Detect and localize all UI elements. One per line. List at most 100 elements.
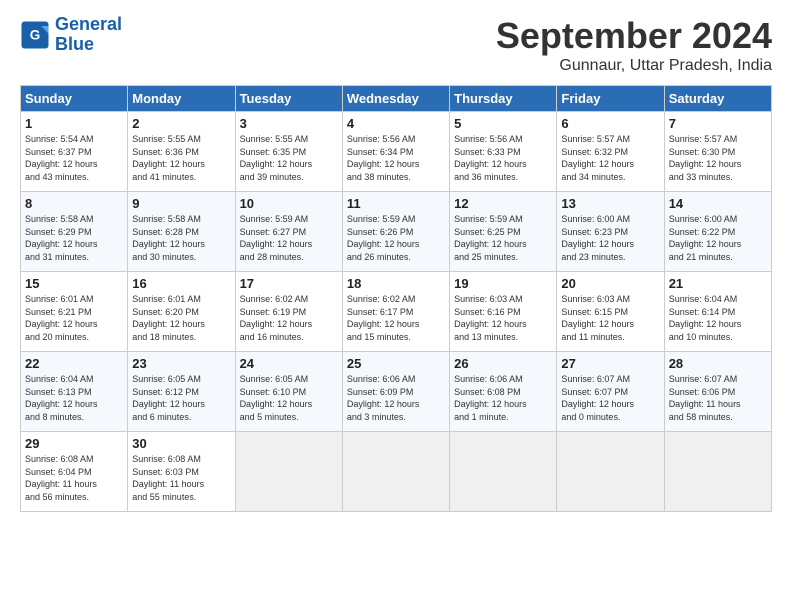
- day-info: Sunrise: 6:07 AMSunset: 6:06 PMDaylight:…: [669, 373, 767, 423]
- day-number: 11: [347, 196, 445, 211]
- day-info: Sunrise: 5:58 AMSunset: 6:28 PMDaylight:…: [132, 213, 230, 263]
- calendar-header: Sunday Monday Tuesday Wednesday Thursday…: [21, 86, 772, 112]
- table-row: [450, 432, 557, 512]
- day-info: Sunrise: 6:05 AMSunset: 6:10 PMDaylight:…: [240, 373, 338, 423]
- day-number: 4: [347, 116, 445, 131]
- day-info: Sunrise: 6:08 AMSunset: 6:03 PMDaylight:…: [132, 453, 230, 503]
- calendar-week-2: 15Sunrise: 6:01 AMSunset: 6:21 PMDayligh…: [21, 272, 772, 352]
- table-row: 23 Sunrise: 6:05 AMSunset: 6:12 PMDayligh…: [128, 352, 235, 432]
- day-info: Sunrise: 5:55 AMSunset: 6:35 PMDaylight:…: [240, 133, 338, 183]
- day-info: Sunrise: 5:58 AMSunset: 6:29 PMDaylight:…: [25, 213, 123, 263]
- table-row: 6Sunrise: 5:57 AMSunset: 6:32 PMDaylight…: [557, 112, 664, 192]
- day-info: Sunrise: 5:55 AMSunset: 6:36 PMDaylight:…: [132, 133, 230, 183]
- table-row: 10Sunrise: 5:59 AMSunset: 6:27 PMDayligh…: [235, 192, 342, 272]
- table-row: 20 Sunrise: 6:03 AMSunset: 6:15 PMDayligh…: [557, 272, 664, 352]
- day-number: 16: [132, 276, 230, 291]
- table-row: 2 Sunrise: 5:55 AMSunset: 6:36 PMDaylight…: [128, 112, 235, 192]
- calendar-week-1: 8Sunrise: 5:58 AMSunset: 6:29 PMDaylight…: [21, 192, 772, 272]
- day-number: 7: [669, 116, 767, 131]
- table-row: 29 Sunrise: 6:08 AMSunset: 6:04 PMDayligh…: [21, 432, 128, 512]
- table-row: 15Sunrise: 6:01 AMSunset: 6:21 PMDayligh…: [21, 272, 128, 352]
- day-info: Sunrise: 5:57 AMSunset: 6:32 PMDaylight:…: [561, 133, 659, 183]
- day-info: Sunrise: 6:04 AMSunset: 6:14 PMDaylight:…: [669, 293, 767, 343]
- day-number: 24: [240, 356, 338, 371]
- day-info: Sunrise: 6:06 AMSunset: 6:09 PMDaylight:…: [347, 373, 445, 423]
- day-info: Sunrise: 6:00 AMSunset: 6:23 PMDaylight:…: [561, 213, 659, 263]
- logo-icon: G: [20, 20, 50, 50]
- day-number: 28: [669, 356, 767, 371]
- table-row: 7Sunrise: 5:57 AMSunset: 6:30 PMDaylight…: [664, 112, 771, 192]
- day-info: Sunrise: 5:56 AMSunset: 6:34 PMDaylight:…: [347, 133, 445, 183]
- day-number: 2: [132, 116, 230, 131]
- calendar-week-4: 29 Sunrise: 6:08 AMSunset: 6:04 PMDayligh…: [21, 432, 772, 512]
- calendar-body: 1Sunrise: 5:54 AMSunset: 6:37 PMDaylight…: [21, 112, 772, 512]
- day-info: Sunrise: 6:01 AMSunset: 6:20 PMDaylight:…: [132, 293, 230, 343]
- day-info: Sunrise: 6:02 AMSunset: 6:19 PMDaylight:…: [240, 293, 338, 343]
- table-row: 26 Sunrise: 6:06 AMSunset: 6:08 PMDayligh…: [450, 352, 557, 432]
- svg-text:G: G: [30, 27, 41, 42]
- calendar-week-0: 1Sunrise: 5:54 AMSunset: 6:37 PMDaylight…: [21, 112, 772, 192]
- table-row: 27 Sunrise: 6:07 AMSunset: 6:07 PMDayligh…: [557, 352, 664, 432]
- day-number: 19: [454, 276, 552, 291]
- table-row: 11Sunrise: 5:59 AMSunset: 6:26 PMDayligh…: [342, 192, 449, 272]
- day-number: 29: [25, 436, 123, 451]
- day-number: 9: [132, 196, 230, 211]
- day-number: 26: [454, 356, 552, 371]
- day-info: Sunrise: 6:00 AMSunset: 6:22 PMDaylight:…: [669, 213, 767, 263]
- table-row: 24 Sunrise: 6:05 AMSunset: 6:10 PMDayligh…: [235, 352, 342, 432]
- day-info: Sunrise: 6:03 AMSunset: 6:16 PMDaylight:…: [454, 293, 552, 343]
- logo-line2: Blue: [55, 34, 94, 54]
- day-info: Sunrise: 6:07 AMSunset: 6:07 PMDaylight:…: [561, 373, 659, 423]
- page: G General Blue September 2024 Gunnaur, U…: [0, 0, 792, 612]
- logo-line1: General: [55, 14, 122, 34]
- table-row: 22 Sunrise: 6:04 AMSunset: 6:13 PMDayligh…: [21, 352, 128, 432]
- day-number: 12: [454, 196, 552, 211]
- table-row: 4 Sunrise: 5:56 AMSunset: 6:34 PMDaylight…: [342, 112, 449, 192]
- table-row: [664, 432, 771, 512]
- logo-text: General Blue: [55, 15, 122, 55]
- table-row: 9 Sunrise: 5:58 AMSunset: 6:28 PMDaylight…: [128, 192, 235, 272]
- logo: G General Blue: [20, 15, 122, 55]
- day-info: Sunrise: 6:03 AMSunset: 6:15 PMDaylight:…: [561, 293, 659, 343]
- table-row: 25 Sunrise: 6:06 AMSunset: 6:09 PMDayligh…: [342, 352, 449, 432]
- day-info: Sunrise: 5:54 AMSunset: 6:37 PMDaylight:…: [25, 133, 123, 183]
- day-info: Sunrise: 6:06 AMSunset: 6:08 PMDaylight:…: [454, 373, 552, 423]
- day-number: 21: [669, 276, 767, 291]
- table-row: 3Sunrise: 5:55 AMSunset: 6:35 PMDaylight…: [235, 112, 342, 192]
- day-number: 17: [240, 276, 338, 291]
- day-info: Sunrise: 6:08 AMSunset: 6:04 PMDaylight:…: [25, 453, 123, 503]
- day-number: 20: [561, 276, 659, 291]
- col-thursday: Thursday: [450, 86, 557, 112]
- col-saturday: Saturday: [664, 86, 771, 112]
- table-row: 19 Sunrise: 6:03 AMSunset: 6:16 PMDayligh…: [450, 272, 557, 352]
- col-wednesday: Wednesday: [342, 86, 449, 112]
- day-number: 15: [25, 276, 123, 291]
- table-row: 13Sunrise: 6:00 AMSunset: 6:23 PMDayligh…: [557, 192, 664, 272]
- table-row: 5Sunrise: 5:56 AMSunset: 6:33 PMDaylight…: [450, 112, 557, 192]
- table-row: 1Sunrise: 5:54 AMSunset: 6:37 PMDaylight…: [21, 112, 128, 192]
- day-number: 27: [561, 356, 659, 371]
- table-row: 30Sunrise: 6:08 AMSunset: 6:03 PMDayligh…: [128, 432, 235, 512]
- table-row: 8Sunrise: 5:58 AMSunset: 6:29 PMDaylight…: [21, 192, 128, 272]
- table-row: 21 Sunrise: 6:04 AMSunset: 6:14 PMDayligh…: [664, 272, 771, 352]
- day-info: Sunrise: 5:59 AMSunset: 6:25 PMDaylight:…: [454, 213, 552, 263]
- location-title: Gunnaur, Uttar Pradesh, India: [496, 57, 772, 75]
- day-number: 22: [25, 356, 123, 371]
- col-friday: Friday: [557, 86, 664, 112]
- title-block: September 2024 Gunnaur, Uttar Pradesh, I…: [496, 15, 772, 75]
- day-number: 5: [454, 116, 552, 131]
- table-row: [557, 432, 664, 512]
- calendar-table: Sunday Monday Tuesday Wednesday Thursday…: [20, 85, 772, 512]
- table-row: [235, 432, 342, 512]
- table-row: 12 Sunrise: 5:59 AMSunset: 6:25 PMDayligh…: [450, 192, 557, 272]
- month-title: September 2024: [496, 15, 772, 57]
- header: G General Blue September 2024 Gunnaur, U…: [20, 15, 772, 75]
- day-number: 23: [132, 356, 230, 371]
- table-row: [342, 432, 449, 512]
- day-info: Sunrise: 6:02 AMSunset: 6:17 PMDaylight:…: [347, 293, 445, 343]
- day-number: 18: [347, 276, 445, 291]
- day-info: Sunrise: 6:05 AMSunset: 6:12 PMDaylight:…: [132, 373, 230, 423]
- table-row: 16 Sunrise: 6:01 AMSunset: 6:20 PMDayligh…: [128, 272, 235, 352]
- day-info: Sunrise: 6:04 AMSunset: 6:13 PMDaylight:…: [25, 373, 123, 423]
- day-number: 25: [347, 356, 445, 371]
